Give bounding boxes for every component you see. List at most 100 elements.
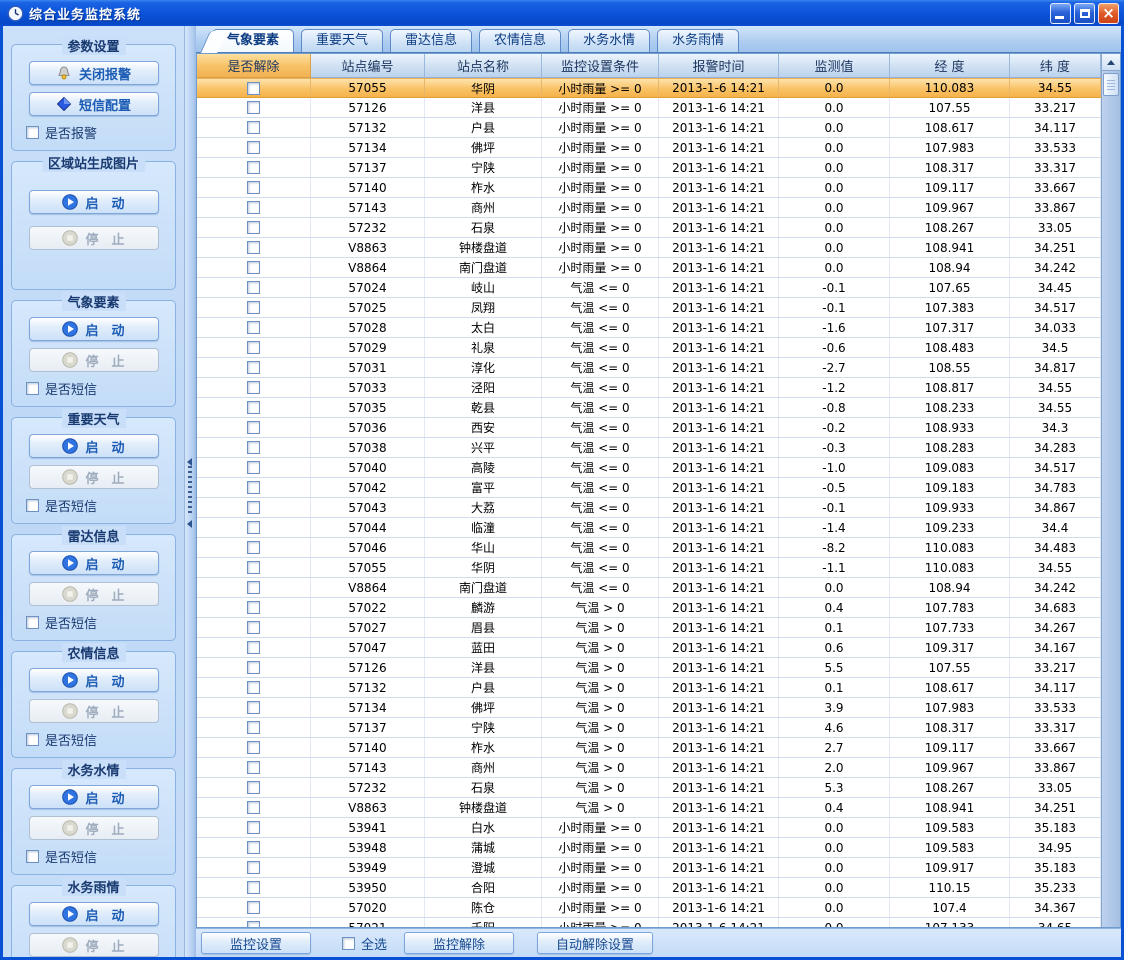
- row-release-checkbox[interactable]: [247, 621, 260, 634]
- table-row[interactable]: 57043大荔气温 <= 02013-1-6 14:21-0.1109.9333…: [197, 498, 1101, 518]
- maximize-button[interactable]: [1074, 3, 1095, 24]
- row-release-checkbox[interactable]: [247, 721, 260, 734]
- tab-radar-info[interactable]: 雷达信息: [390, 29, 472, 52]
- table-row[interactable]: 57025凤翔气温 <= 02013-1-6 14:21-0.1107.3833…: [197, 298, 1101, 318]
- table-row[interactable]: 57027眉县气温 > 02013-1-6 14:210.1107.73334.…: [197, 618, 1101, 638]
- table-row[interactable]: 57140柞水气温 > 02013-1-6 14:212.7109.11733.…: [197, 738, 1101, 758]
- row-release-checkbox[interactable]: [247, 821, 260, 834]
- row-release-checkbox[interactable]: [247, 441, 260, 454]
- row-release-checkbox[interactable]: [247, 741, 260, 754]
- col-header-condition[interactable]: 监控设置条件: [542, 54, 659, 78]
- table-row[interactable]: 57040高陵气温 <= 02013-1-6 14:21-1.0109.0833…: [197, 458, 1101, 478]
- row-release-checkbox[interactable]: [247, 301, 260, 314]
- scrollbar-thumb[interactable]: [1103, 73, 1119, 96]
- row-release-checkbox[interactable]: [247, 201, 260, 214]
- splitter[interactable]: [185, 26, 196, 957]
- row-release-checkbox[interactable]: [247, 641, 260, 654]
- row-release-checkbox[interactable]: [247, 161, 260, 174]
- tab-water-hydro[interactable]: 水务水情: [568, 29, 650, 52]
- row-release-checkbox[interactable]: [247, 261, 260, 274]
- table-row[interactable]: 57028太白气温 <= 02013-1-6 14:21-1.6107.3173…: [197, 318, 1101, 338]
- table-row[interactable]: 57046华山气温 <= 02013-1-6 14:21-8.2110.0833…: [197, 538, 1101, 558]
- row-release-checkbox[interactable]: [247, 481, 260, 494]
- radar-info-start-button[interactable]: 启 动: [29, 551, 159, 575]
- col-header-station-name[interactable]: 站点名称: [425, 54, 542, 78]
- row-release-checkbox[interactable]: [247, 461, 260, 474]
- row-release-checkbox[interactable]: [247, 841, 260, 854]
- row-release-checkbox[interactable]: [247, 361, 260, 374]
- row-release-checkbox[interactable]: [247, 421, 260, 434]
- radar-info-sms-checkbox[interactable]: [26, 616, 39, 629]
- row-release-checkbox[interactable]: [247, 881, 260, 894]
- table-row[interactable]: 57132户县小时雨量 >= 02013-1-6 14:210.0108.617…: [197, 118, 1101, 138]
- col-header-alarm-time[interactable]: 报警时间: [659, 54, 779, 78]
- table-row[interactable]: 57042富平气温 <= 02013-1-6 14:21-0.5109.1833…: [197, 478, 1101, 498]
- table-row[interactable]: 53950合阳小时雨量 >= 02013-1-6 14:210.0110.153…: [197, 878, 1101, 898]
- row-release-checkbox[interactable]: [247, 581, 260, 594]
- table-row[interactable]: 53948蒲城小时雨量 >= 02013-1-6 14:210.0109.583…: [197, 838, 1101, 858]
- row-release-checkbox[interactable]: [247, 901, 260, 914]
- important-weather-stop-button[interactable]: 停 止: [29, 465, 159, 489]
- params-close-alarm-button[interactable]: 关闭报警: [29, 61, 159, 85]
- table-row[interactable]: 57232石泉小时雨量 >= 02013-1-6 14:210.0108.267…: [197, 218, 1101, 238]
- tab-important-weather[interactable]: 重要天气: [301, 29, 383, 52]
- row-release-checkbox[interactable]: [247, 101, 260, 114]
- params-sms-config-button[interactable]: 短信配置: [29, 92, 159, 116]
- row-release-checkbox[interactable]: [247, 661, 260, 674]
- important-weather-start-button[interactable]: 启 动: [29, 434, 159, 458]
- minimize-button[interactable]: [1050, 3, 1071, 24]
- weather-elements-stop-button[interactable]: 停 止: [29, 348, 159, 372]
- tab-agri-info[interactable]: 农情信息: [479, 29, 561, 52]
- row-release-checkbox[interactable]: [247, 861, 260, 874]
- row-release-checkbox[interactable]: [247, 921, 260, 927]
- row-release-checkbox[interactable]: [247, 241, 260, 254]
- close-button[interactable]: ×: [1098, 3, 1119, 24]
- scroll-up-button[interactable]: [1102, 54, 1120, 71]
- row-release-checkbox[interactable]: [247, 141, 260, 154]
- tab-water-rain[interactable]: 水务雨情: [657, 29, 739, 52]
- weather-elements-start-button[interactable]: 启 动: [29, 317, 159, 341]
- table-row[interactable]: 57137宁陕气温 > 02013-1-6 14:214.6108.31733.…: [197, 718, 1101, 738]
- monitor-set-button[interactable]: 监控设置: [201, 932, 311, 954]
- select-all-checkbox[interactable]: [342, 937, 355, 950]
- auto-release-button[interactable]: 自动解除设置: [537, 932, 653, 954]
- row-release-checkbox[interactable]: [247, 181, 260, 194]
- table-row[interactable]: 57035乾县气温 <= 02013-1-6 14:21-0.8108.2333…: [197, 398, 1101, 418]
- table-row[interactable]: 57055华阴小时雨量 >= 02013-1-6 14:210.0110.083…: [197, 78, 1101, 98]
- row-release-checkbox[interactable]: [247, 281, 260, 294]
- table-row[interactable]: 57232石泉气温 > 02013-1-6 14:215.3108.26733.…: [197, 778, 1101, 798]
- water-rain-start-button[interactable]: 启 动: [29, 902, 159, 926]
- water-hydro-stop-button[interactable]: 停 止: [29, 816, 159, 840]
- row-release-checkbox[interactable]: [247, 82, 260, 95]
- region-image-start-button[interactable]: 启 动: [29, 190, 159, 214]
- table-row[interactable]: 57126洋县气温 > 02013-1-6 14:215.5107.5533.2…: [197, 658, 1101, 678]
- table-row[interactable]: 57047蓝田气温 > 02013-1-6 14:210.6109.31734.…: [197, 638, 1101, 658]
- tab-weather-elements[interactable]: 气象要素: [212, 29, 294, 52]
- table-row[interactable]: 57020陈仓小时雨量 >= 02013-1-6 14:210.0107.434…: [197, 898, 1101, 918]
- table-row[interactable]: 57143商州小时雨量 >= 02013-1-6 14:210.0109.967…: [197, 198, 1101, 218]
- table-row[interactable]: 57033泾阳气温 <= 02013-1-6 14:21-1.2108.8173…: [197, 378, 1101, 398]
- row-release-checkbox[interactable]: [247, 221, 260, 234]
- table-row[interactable]: 57143商州气温 > 02013-1-6 14:212.0109.96733.…: [197, 758, 1101, 778]
- row-release-checkbox[interactable]: [247, 561, 260, 574]
- col-header-longitude[interactable]: 经 度: [890, 54, 1010, 78]
- table-row[interactable]: 57055华阴气温 <= 02013-1-6 14:21-1.1110.0833…: [197, 558, 1101, 578]
- row-release-checkbox[interactable]: [247, 121, 260, 134]
- agri-info-stop-button[interactable]: 停 止: [29, 699, 159, 723]
- row-release-checkbox[interactable]: [247, 681, 260, 694]
- row-release-checkbox[interactable]: [247, 341, 260, 354]
- table-row[interactable]: 57126洋县小时雨量 >= 02013-1-6 14:210.0107.553…: [197, 98, 1101, 118]
- monitor-release-button[interactable]: 监控解除: [404, 932, 514, 954]
- collapse-arrow-icon[interactable]: [187, 520, 192, 528]
- row-release-checkbox[interactable]: [247, 601, 260, 614]
- table-row[interactable]: 57044临潼气温 <= 02013-1-6 14:21-1.4109.2333…: [197, 518, 1101, 538]
- table-row[interactable]: 57134佛坪气温 > 02013-1-6 14:213.9107.98333.…: [197, 698, 1101, 718]
- table-row[interactable]: V8863钟楼盘道气温 > 02013-1-6 14:210.4108.9413…: [197, 798, 1101, 818]
- table-row[interactable]: 57031淳化气温 <= 02013-1-6 14:21-2.7108.5534…: [197, 358, 1101, 378]
- radar-info-stop-button[interactable]: 停 止: [29, 582, 159, 606]
- table-row[interactable]: 57022麟游气温 > 02013-1-6 14:210.4107.78334.…: [197, 598, 1101, 618]
- col-header-latitude[interactable]: 纬 度: [1010, 54, 1101, 78]
- row-release-checkbox[interactable]: [247, 761, 260, 774]
- col-header-release[interactable]: 是否解除: [197, 54, 311, 78]
- water-hydro-sms-checkbox[interactable]: [26, 850, 39, 863]
